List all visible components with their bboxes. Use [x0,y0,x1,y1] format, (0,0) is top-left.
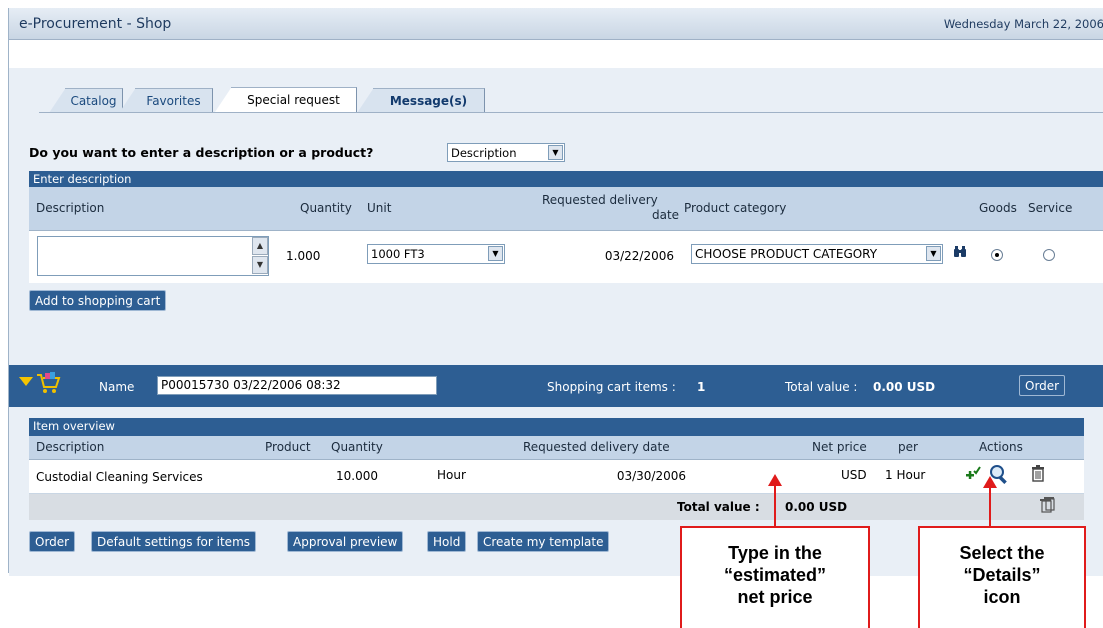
col-req-date-line2: date [652,208,680,222]
col-description: Description [36,201,105,215]
col-unit: Unit [367,201,392,215]
item-unit: Hour [437,468,466,482]
tab-label: Special request [247,93,340,107]
cart-total-value: 0.00 USD [873,380,936,394]
price-callout: Type in the “estimated” net price [680,526,870,628]
unit-value: 1000 FT3 [371,247,425,261]
binoculars-icon[interactable] [953,246,967,258]
tab-label: Catalog [70,94,117,108]
trash-icon[interactable] [1031,465,1045,482]
tab-strip-line [39,112,1103,113]
cart-name-label: Name [99,380,135,394]
details-callout-line [989,487,991,526]
product-category-value: CHOOSE PRODUCT CATEGORY [695,247,878,261]
item-header-row: Description Product Quantity Requested d… [29,436,1084,460]
details-callout-line-3: icon [983,587,1021,607]
col-item-per: per [898,440,918,454]
section-enter-description: Enter description [29,171,1103,187]
col-quantity: Quantity [300,201,352,215]
default-settings-button[interactable]: Default settings for items [91,531,257,552]
expand-triangle-icon[interactable] [19,377,33,386]
description-textarea[interactable] [37,236,269,276]
entry-type-select[interactable]: Description ▼ [447,143,565,162]
tab-catalog[interactable]: Catalog [49,88,123,113]
description-header-row: Description Quantity Unit Requested deli… [29,187,1103,231]
details-callout: Select the “Details” icon [918,526,1086,628]
total-value: 0.00 USD [785,500,848,514]
hold-button[interactable]: Hold [427,531,467,552]
textarea-scroll-down[interactable]: ▼ [252,256,268,274]
add-check-icon[interactable] [965,466,981,482]
order-button[interactable]: Order [29,531,76,552]
col-item-req-date: Requested delivery date [523,440,670,454]
approval-preview-button[interactable]: Approval preview [287,531,404,552]
current-date: Wednesday March 22, 2006 [943,17,1103,31]
item-quantity-input[interactable]: 10.000 [331,466,411,486]
tab-messages[interactable]: Message(s) [357,88,485,113]
col-req-date-line1: Requested delivery [542,193,658,207]
goods-radio[interactable] [991,249,1003,261]
cart-name-input[interactable]: P00015730 03/22/2006 08:32 [157,376,437,395]
section-item-overview: Item overview [29,418,1084,436]
title-bar: e-Procurement - Shop Wednesday March 22,… [9,8,1103,40]
shopping-cart-icon [35,370,61,396]
create-template-button[interactable]: Create my template [477,531,610,552]
tab-favorites[interactable]: Favorites [119,88,213,113]
chevron-down-icon: ▼ [488,246,503,261]
cart-items-label: Shopping cart items : [547,380,676,394]
col-item-actions: Actions [979,440,1023,454]
item-description: Custodial Cleaning Services [36,470,203,484]
table-row: Custodial Cleaning Services Hour USD 1 H… [29,460,1084,494]
tab-special-request[interactable]: Special request [215,87,357,113]
cart-items-count: 1 [697,380,706,394]
tab-label: Message(s) [389,94,468,108]
item-per: 1 Hour [885,468,926,482]
req-date-input[interactable]: 03/22/2006 [563,246,679,266]
price-callout-line-1: Type in the [728,543,822,563]
entry-type-value: Description [451,146,517,160]
col-product-category: Product category [684,201,787,215]
chevron-down-icon: ▼ [548,145,563,160]
col-item-net-price: Net price [812,440,867,454]
tab-label: Favorites [146,94,201,108]
col-item-quantity: Quantity [331,440,383,454]
app-window: e-Procurement - Shop Wednesday March 22,… [8,8,1103,576]
total-row: Total value : 0.00 USD [29,494,1084,520]
col-item-product: Product [265,440,311,454]
add-to-shopping-cart-button[interactable]: Add to shopping cart [29,290,167,311]
item-currency: USD [841,468,867,482]
price-callout-line-2: “estimated” [723,565,827,585]
app-title: e-Procurement - Shop [19,16,172,32]
cart-total-label: Total value : [785,380,858,394]
col-item-description: Description [36,440,105,454]
service-radio[interactable] [1043,249,1055,261]
price-callout-line-3: net price [737,587,813,607]
trash-all-icon[interactable] [1039,496,1055,514]
chevron-down-icon: ▼ [926,246,941,261]
quantity-input[interactable]: 1.000 [281,246,361,266]
product-category-select[interactable]: CHOOSE PRODUCT CATEGORY ▼ [691,244,943,264]
cart-order-button[interactable]: Order [1019,375,1066,396]
details-callout-line-2: “Details” [963,565,1041,585]
total-label: Total value : [677,500,760,514]
details-callout-line-1: Select the [959,543,1045,563]
item-req-date-input[interactable]: 03/30/2006 [587,466,691,486]
col-service: Service [1028,201,1073,215]
price-callout-line [774,485,776,526]
col-goods: Goods [979,201,1017,215]
unit-select[interactable]: 1000 FT3 ▼ [367,244,505,264]
entry-type-question: Do you want to enter a description or a … [29,145,374,160]
textarea-scroll-up[interactable]: ▲ [252,237,268,255]
